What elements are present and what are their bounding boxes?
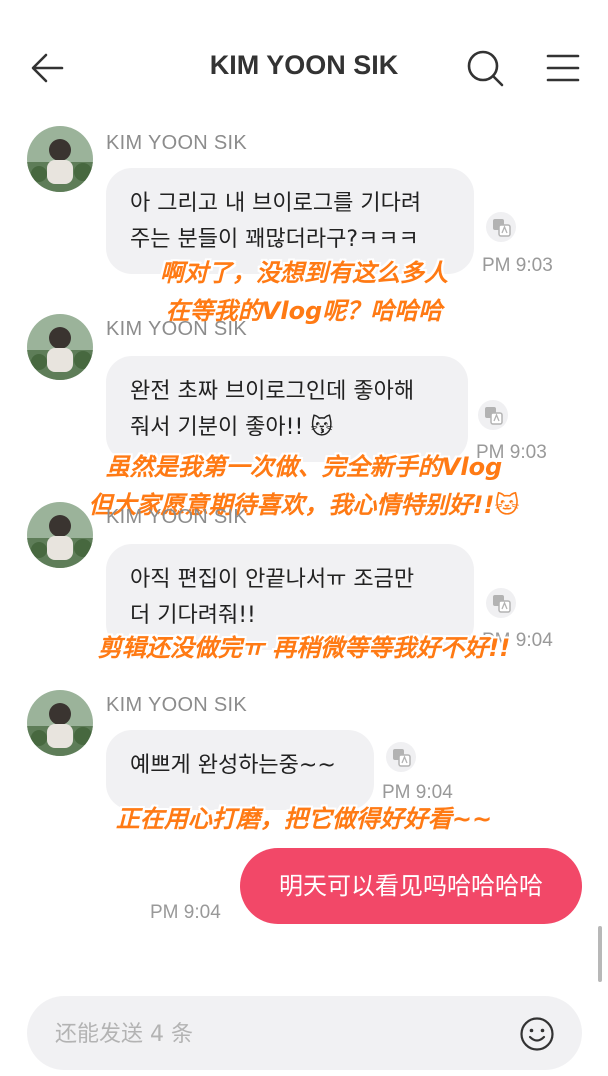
avatar-photo — [27, 502, 93, 568]
chat-title: KIM YOON SIK — [209, 50, 399, 80]
my-message-bubble[interactable]: 明天可以看见吗哈哈哈哈 — [240, 848, 582, 924]
caption-line: 剪辑还没做完ㅠ 再稍微等等我好不好!! — [97, 634, 511, 662]
translate-icon — [485, 407, 503, 425]
search-button[interactable] — [464, 47, 506, 89]
caption-line: 啊对了，没想到有这么多人 — [160, 259, 448, 287]
sender-name: KIM YOON SIK — [106, 318, 248, 340]
search-icon — [467, 50, 504, 87]
translate-button[interactable] — [478, 400, 508, 430]
sender-name: KIM YOON SIK — [106, 506, 248, 528]
message-input-bar — [27, 996, 582, 1072]
avatar-photo — [27, 126, 93, 192]
subtitle-caption: 剪辑还没做完ㅠ 再稍微等等我好不好!! — [0, 629, 608, 667]
translate-button[interactable] — [486, 588, 516, 618]
message-input[interactable] — [53, 996, 507, 1072]
translate-icon — [393, 749, 411, 767]
caption-line: 虽然是我第一次做、完全新手的Vlog — [105, 453, 503, 481]
sender-name: KIM YOON SIK — [106, 132, 248, 154]
menu-button[interactable] — [544, 50, 582, 86]
message-line: 예쁘게 완성하는중~~ — [130, 753, 336, 778]
hamburger-menu-icon — [546, 54, 580, 82]
message-line: 완전 초짜 브이로그인데 좋아해 — [130, 379, 415, 404]
avatar-photo — [27, 690, 93, 756]
message-line: 아 그리고 내 브이로그를 기다려 — [130, 191, 422, 216]
chat-header: KIM YOON SIK — [0, 0, 608, 118]
avatar-photo — [27, 314, 93, 380]
my-message-time: PM 9:04 — [150, 902, 221, 923]
message-bubble[interactable]: 완전 초짜 브이로그인데 좋아해 줘서 기분이 좋아!! 😽 — [106, 356, 468, 462]
avatar[interactable] — [27, 126, 93, 192]
subtitle-caption: 虽然是我第一次做、完全新手的Vlog 但大家愿意期待喜欢，我心情特别好!!🐱 — [0, 448, 608, 524]
message-line: 아직 편집이 안끝나서ㅠ 조금만 — [130, 567, 415, 592]
caption-line: 在等我的Vlog呢？哈哈哈 — [165, 297, 443, 325]
translate-icon — [493, 595, 511, 613]
avatar[interactable] — [27, 502, 93, 568]
message-bubble[interactable]: 예쁘게 완성하는중~~ — [106, 730, 374, 810]
subtitle-caption: 啊对了，没想到有这么多人 在等我的Vlog呢？哈哈哈 — [0, 254, 608, 330]
subtitle-caption: 正在用心打磨，把它做得好好看~~ — [0, 800, 608, 838]
sender-name: KIM YOON SIK — [106, 694, 248, 716]
message-line: 주는 분들이 꽤많더라구?ㅋㅋㅋ — [130, 227, 419, 252]
smiley-icon — [520, 1017, 554, 1051]
scrollbar[interactable] — [598, 926, 602, 982]
emoji-button[interactable] — [519, 1016, 555, 1052]
message-line: 줘서 기분이 좋아!! 😽 — [130, 415, 334, 440]
translate-button[interactable] — [386, 742, 416, 772]
translate-button[interactable] — [486, 212, 516, 242]
caption-line: 正在用心打磨，把它做得好好看~~ — [115, 805, 493, 833]
caption-line: 但大家愿意期待喜欢，我心情特别好!!🐱 — [88, 491, 520, 519]
avatar[interactable] — [27, 314, 93, 380]
translate-icon — [493, 219, 511, 237]
avatar[interactable] — [27, 690, 93, 756]
